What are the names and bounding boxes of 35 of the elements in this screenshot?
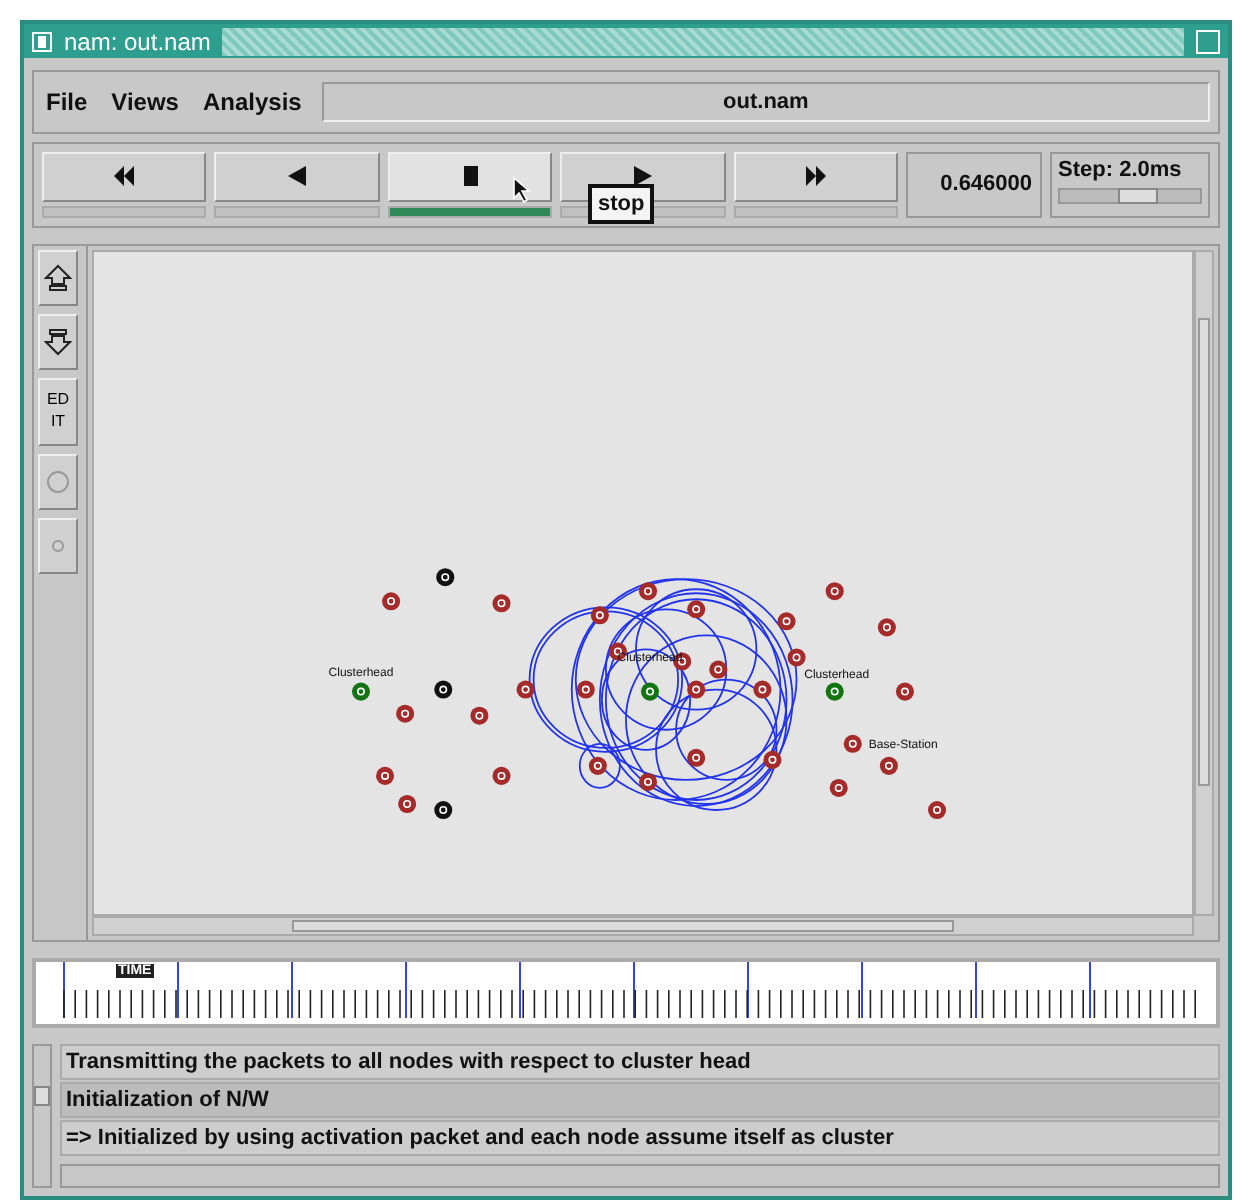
node-tool-button[interactable] — [38, 517, 78, 574]
circle-icon — [46, 469, 70, 494]
step-label: Step: 2.0ms — [1058, 157, 1184, 182]
vertical-scrollbar[interactable] — [1194, 249, 1214, 916]
stop-icon — [463, 166, 478, 187]
step-slider[interactable] — [1058, 187, 1203, 204]
rewind-icon — [114, 166, 135, 187]
tooltip: stop — [588, 184, 655, 224]
playback-button[interactable] — [387, 151, 553, 202]
zoom-out-button[interactable] — [38, 313, 78, 370]
circle-tool-button[interactable] — [38, 453, 78, 510]
window-menu-icon[interactable] — [32, 31, 52, 52]
playback-button[interactable] — [733, 151, 899, 202]
time-display: 0.646000 — [906, 151, 1043, 218]
edit-button[interactable]: EDIT — [38, 377, 78, 446]
slider-thumb[interactable] — [1117, 187, 1158, 204]
small-circle-icon — [52, 539, 64, 552]
menu-item[interactable]: Analysis — [198, 88, 306, 117]
back-icon — [288, 166, 307, 187]
horizontal-scrollbar[interactable] — [92, 915, 1194, 936]
down-arrow-icon — [44, 327, 72, 356]
playback-button[interactable] — [214, 151, 380, 202]
menu-item[interactable]: Views — [107, 88, 183, 117]
playback-button[interactable] — [42, 151, 207, 202]
fast-forward-icon — [805, 166, 826, 187]
log-horizontal-scrollbar[interactable] — [60, 1163, 1220, 1188]
play-icon — [633, 166, 652, 187]
log-scrollbar[interactable] — [32, 1043, 52, 1188]
file-name-field: out.nam — [321, 82, 1210, 123]
window-title: nam: out.nam — [64, 27, 211, 56]
zoom-in-button[interactable] — [38, 249, 78, 306]
menu-item[interactable]: File — [42, 88, 92, 117]
maximize-icon[interactable] — [1196, 29, 1220, 54]
mouse-pointer-icon — [512, 176, 532, 204]
up-arrow-icon — [44, 263, 72, 292]
